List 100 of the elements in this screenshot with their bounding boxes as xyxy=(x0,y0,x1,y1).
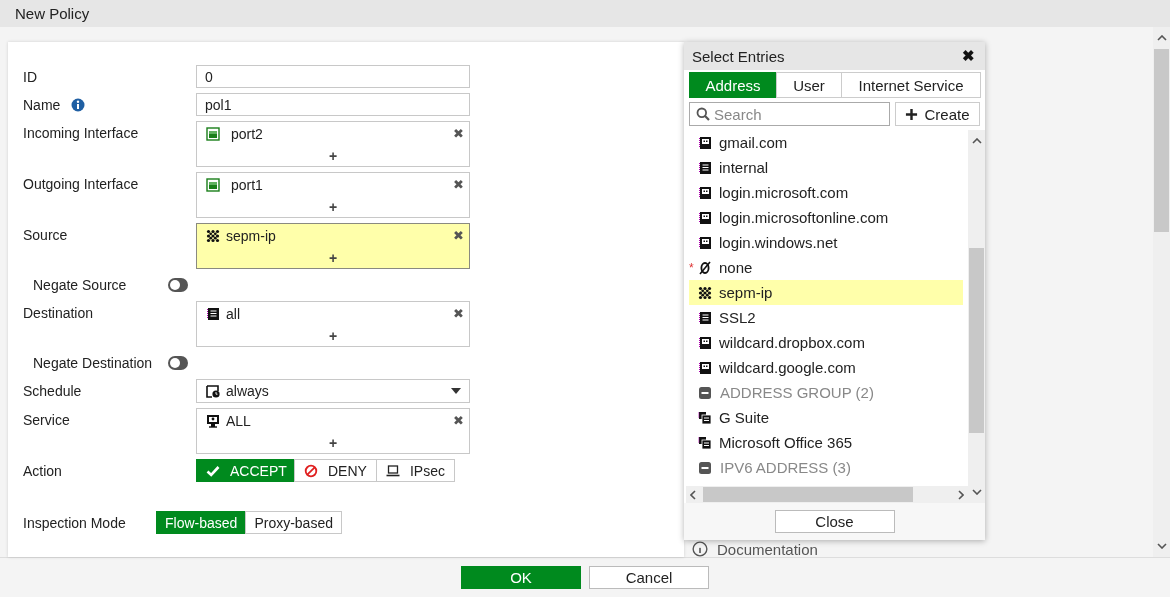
monitor-icon xyxy=(206,413,220,428)
entry-label: port1 xyxy=(231,176,264,193)
chevron-down-icon[interactable] xyxy=(1156,543,1167,549)
prohibited-icon xyxy=(304,463,318,478)
add-button[interactable]: + xyxy=(328,250,338,265)
address-book-icon xyxy=(698,310,712,325)
cancel-button[interactable]: Cancel xyxy=(589,566,709,589)
list-item[interactable]: gmail.com xyxy=(689,130,963,155)
add-button[interactable]: + xyxy=(328,199,338,214)
field-label: Negate Destination xyxy=(33,355,153,371)
port-icon xyxy=(206,177,220,192)
entry-field[interactable]: port1 ✖ + xyxy=(196,172,470,218)
scrollbar[interactable] xyxy=(686,486,968,503)
field-label: Inspection Mode xyxy=(23,514,126,531)
list-item[interactable]: login.windows.net xyxy=(689,230,963,255)
dot-grid-icon xyxy=(698,285,712,300)
address-book-icon xyxy=(206,306,220,321)
tab[interactable]: User xyxy=(776,72,842,98)
add-button[interactable]: + xyxy=(328,148,338,163)
remove-button[interactable]: ✖ xyxy=(453,126,464,141)
info-icon[interactable] xyxy=(71,97,86,112)
port-icon xyxy=(206,126,220,141)
plus-icon xyxy=(905,107,919,121)
remove-button[interactable]: ✖ xyxy=(453,306,464,321)
chevron-down-icon[interactable] xyxy=(971,489,982,495)
slashed-zero-icon xyxy=(698,260,712,275)
scrollbar[interactable] xyxy=(968,130,985,503)
tab[interactable]: Address xyxy=(689,72,777,98)
list-item[interactable]: sepm-ip xyxy=(689,280,963,305)
info-icon[interactable] xyxy=(692,541,708,557)
address-card-icon xyxy=(698,335,712,350)
field-label: Source xyxy=(23,226,68,243)
field-label: ID xyxy=(23,68,37,85)
list-item[interactable]: login.microsoft.com xyxy=(689,180,963,205)
scrollbar-thumb[interactable] xyxy=(703,487,913,502)
toggle-option[interactable]: Flow-based xyxy=(156,511,247,534)
list-item[interactable]: login.microsoftonline.com xyxy=(689,205,963,230)
entry-field[interactable]: sepm-ip ✖ + xyxy=(196,223,470,269)
toggle-switch[interactable] xyxy=(168,278,188,292)
list-item[interactable]: * none xyxy=(689,255,963,280)
entry-field[interactable]: ALL ✖ + xyxy=(196,408,470,454)
scrollbar-thumb[interactable] xyxy=(969,248,984,433)
create-button[interactable]: Create xyxy=(895,102,980,126)
entry-field[interactable]: all ✖ + xyxy=(196,301,470,347)
caret-icon xyxy=(451,388,461,394)
address-card-icon xyxy=(698,210,712,225)
collapse-icon[interactable] xyxy=(698,460,712,475)
close-button[interactable]: ✖ xyxy=(962,47,975,65)
entry-label: ALL xyxy=(226,412,252,429)
stacked-pages-icon xyxy=(698,435,712,450)
schedule-dropdown[interactable]: always xyxy=(196,379,470,403)
dialog-title: Select Entries xyxy=(692,47,785,65)
list-item[interactable]: wildcard.google.com xyxy=(689,355,963,380)
stacked-pages-icon xyxy=(698,410,712,425)
documentation-link[interactable]: Documentation xyxy=(717,541,818,557)
entry-label: all xyxy=(226,305,241,322)
remove-button[interactable]: ✖ xyxy=(453,228,464,243)
address-card-icon xyxy=(698,185,712,200)
field-label: Schedule xyxy=(23,382,82,399)
list-item[interactable]: G Suite xyxy=(689,405,963,430)
toggle-switch[interactable] xyxy=(168,356,188,370)
add-button[interactable]: + xyxy=(328,435,338,450)
add-button[interactable]: + xyxy=(328,328,338,343)
toggle-option[interactable]: IPsec xyxy=(375,459,455,482)
scrollbar[interactable] xyxy=(1153,27,1170,557)
remove-button[interactable]: ✖ xyxy=(453,413,464,428)
remove-button[interactable]: ✖ xyxy=(453,177,464,192)
address-book-icon xyxy=(698,160,712,175)
entry-label: sepm-ip xyxy=(226,227,277,244)
close-button[interactable]: Close xyxy=(774,510,895,533)
toggle-option[interactable]: DENY xyxy=(294,459,377,482)
field-label: Service xyxy=(23,411,70,428)
toggle-option[interactable]: Proxy-based xyxy=(245,511,342,534)
tab[interactable]: Internet Service xyxy=(841,72,981,98)
field-label: Name xyxy=(23,96,61,113)
dot-grid-icon xyxy=(206,228,220,243)
ok-button[interactable]: OK xyxy=(461,566,581,589)
field-label: Outgoing Interface xyxy=(23,175,139,192)
chevron-right-icon[interactable] xyxy=(958,489,964,500)
list-item[interactable]: Microsoft Office 365 xyxy=(689,430,963,455)
group-header[interactable]: ADDRESS GROUP (2) xyxy=(689,380,963,405)
collapse-icon[interactable] xyxy=(698,385,712,400)
address-card-icon xyxy=(698,235,712,250)
search-field[interactable]: Search xyxy=(689,102,890,126)
list-item[interactable]: SSL2 xyxy=(689,305,963,330)
scrollbar-thumb[interactable] xyxy=(1154,49,1169,232)
address-card-icon xyxy=(698,135,712,150)
chevron-up-icon[interactable] xyxy=(971,138,982,144)
group-header[interactable]: IPV6 ADDRESS (3) xyxy=(689,455,963,480)
entry-field[interactable]: port2 ✖ + xyxy=(196,121,470,167)
chevron-up-icon[interactable] xyxy=(1156,35,1167,41)
chevron-left-icon[interactable] xyxy=(690,489,696,500)
toggle-option[interactable]: ACCEPT xyxy=(196,459,295,482)
text-field[interactable]: 0 xyxy=(196,65,470,88)
calendar-clock-icon xyxy=(206,384,220,398)
page-title: New Policy xyxy=(15,5,90,22)
field-label: Incoming Interface xyxy=(23,124,139,141)
text-field[interactable]: pol1 xyxy=(196,93,470,116)
list-item[interactable]: internal xyxy=(689,155,963,180)
list-item[interactable]: wildcard.dropbox.com xyxy=(689,330,963,355)
